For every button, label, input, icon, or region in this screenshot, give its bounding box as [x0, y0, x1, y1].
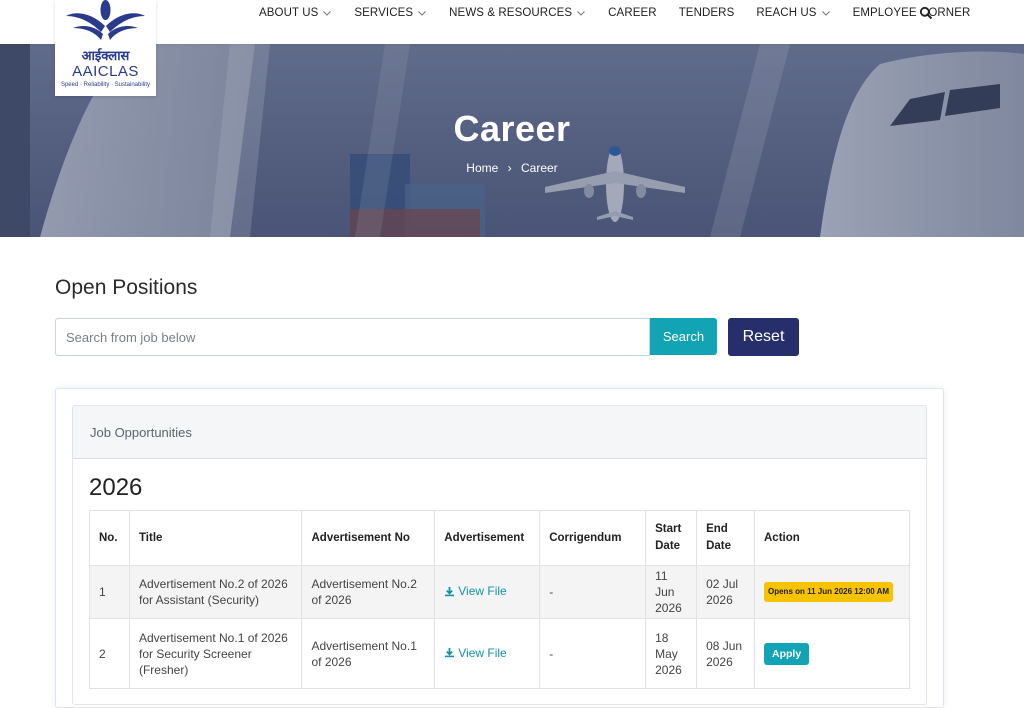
table-row: 1 Advertisement No.2 of 2026 for Assista…	[89, 565, 910, 619]
nav-reach-us[interactable]: REACH US	[745, 7, 841, 19]
section-title: Open Positions	[55, 276, 198, 299]
column-header: Start Date	[645, 510, 698, 566]
card-header: Job Opportunities	[72, 405, 927, 459]
cell-start-date: 18 May 2026	[645, 618, 698, 689]
download-icon	[445, 586, 455, 596]
logo-brand-text: AAICLAS	[72, 63, 139, 80]
column-header: End Date	[696, 510, 755, 566]
chevron-down-icon	[323, 11, 332, 16]
job-search-input[interactable]	[55, 318, 650, 356]
nav-label: TENDERS	[678, 7, 735, 19]
cell-adv-no: Advertisement No.1 of 2026	[301, 618, 436, 689]
wings-logo-icon	[66, 0, 145, 40]
view-file-link[interactable]: View File	[444, 645, 507, 661]
main-nav: ABOUT US SERVICES NEWS & RESOURCES CAREE…	[248, 0, 981, 26]
nav-label: CAREER	[608, 7, 657, 19]
cell-start-date: 11 Jun 2026	[645, 565, 698, 619]
column-header: Advertisement	[434, 510, 541, 566]
jobs-table: No. Title Advertisement No Advertisement…	[89, 510, 910, 689]
apply-button[interactable]: Apply	[764, 642, 810, 665]
cell-adv-no: Advertisement No.2 of 2026	[301, 565, 436, 619]
cell-action: Opens on 11 Jun 2026 12:00 AM	[754, 565, 910, 619]
nav-about-us[interactable]: ABOUT US	[248, 7, 343, 19]
cell-no: 2	[89, 618, 130, 689]
chevron-down-icon	[577, 11, 586, 16]
opens-on-badge: Opens on 11 Jun 2026 12:00 AM	[764, 582, 894, 602]
breadcrumb-home[interactable]: Home	[466, 161, 498, 175]
logo-tagline: Speed · Reliability · Sustainability	[60, 82, 151, 88]
search-button[interactable]: Search	[650, 318, 717, 355]
chevron-down-icon	[418, 11, 426, 16]
aaiclas-logo[interactable]: आईक्लास AAICLAS Speed · Reliability · Su…	[55, 0, 156, 96]
cell-end-date: 08 Jun 2026	[696, 618, 755, 689]
cell-advertisement: View File	[434, 618, 541, 689]
breadcrumb: Home › Career	[0, 161, 1024, 175]
table-row: 2 Advertisement No.1 of 2026 for Securit…	[89, 618, 910, 689]
column-header: No.	[89, 510, 130, 566]
breadcrumb-separator: ›	[507, 161, 512, 175]
cell-title: Advertisement No.2 of 2026 for Assistant…	[128, 565, 303, 619]
view-file-link[interactable]: View File	[444, 583, 507, 599]
cell-action: Apply	[754, 618, 910, 689]
nav-label: SERVICES	[354, 7, 414, 19]
cell-no: 1	[89, 565, 130, 619]
column-header: Advertisement No	[301, 510, 436, 566]
nav-services[interactable]: SERVICES	[343, 7, 438, 19]
card-header-title: Job Opportunities	[90, 425, 192, 440]
column-header: Title	[128, 510, 303, 566]
reset-button[interactable]: Reset	[728, 318, 799, 356]
nav-label: ABOUT US	[259, 7, 319, 19]
column-header: Corrigendum	[539, 510, 647, 566]
cell-advertisement: View File	[434, 565, 541, 619]
year-heading: 2026	[89, 474, 143, 501]
view-file-label: View File	[458, 645, 507, 660]
chevron-down-icon	[821, 11, 830, 16]
logo-hindi-text: आईक्लास	[81, 49, 130, 64]
breadcrumb-current: Career	[521, 161, 558, 175]
page-title: Career	[453, 108, 571, 149]
table-header-row: No. Title Advertisement No Advertisement…	[89, 510, 910, 566]
nav-label: EMPLOYEE CORNER	[852, 7, 971, 19]
nav-tenders[interactable]: TENDERS	[668, 7, 746, 19]
download-icon	[445, 648, 455, 658]
view-file-label: View File	[458, 584, 507, 599]
nav-employee-corner[interactable]: EMPLOYEE CORNER	[842, 7, 982, 19]
cell-corrigendum: -	[539, 565, 647, 619]
cell-end-date: 02 Jul 2026	[696, 565, 755, 619]
cell-corrigendum: -	[539, 618, 647, 689]
nav-label: NEWS & RESOURCES	[449, 7, 573, 19]
column-header: Action	[754, 510, 910, 566]
nav-news-resources[interactable]: NEWS & RESOURCES	[438, 7, 597, 19]
cell-title: Advertisement No.1 of 2026 for Security …	[128, 618, 303, 689]
nav-label: REACH US	[756, 7, 817, 19]
search-icon[interactable]	[919, 6, 933, 20]
nav-career[interactable]: CAREER	[597, 7, 668, 19]
